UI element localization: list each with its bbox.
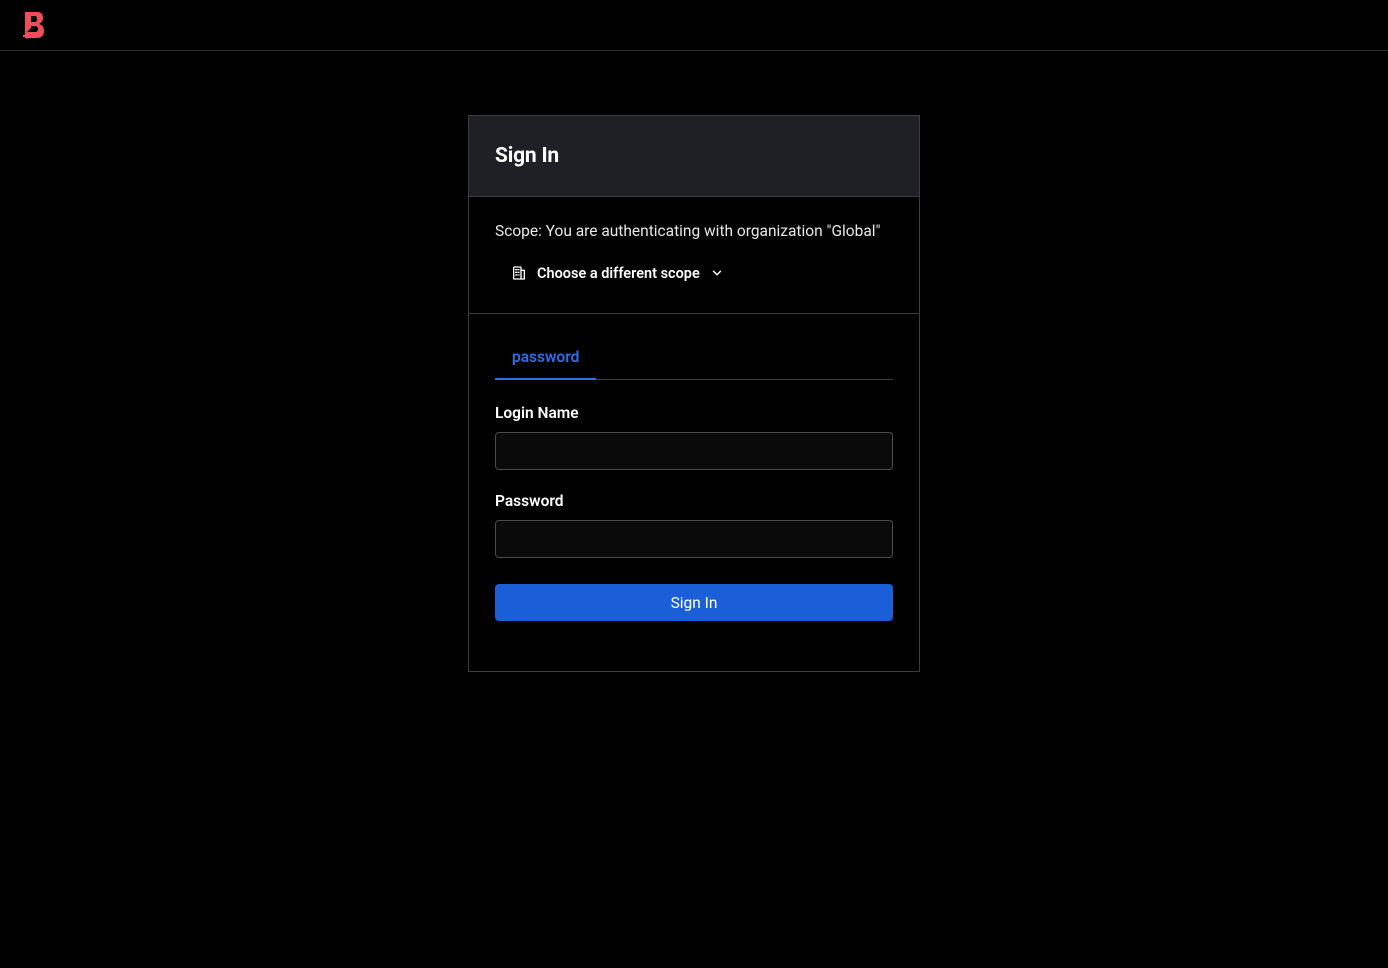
form-section: password Login Name Password Sign In [469, 314, 919, 671]
main-content: Sign In Scope: You are authenticating wi… [0, 51, 1388, 672]
tab-password[interactable]: password [495, 340, 596, 380]
card-title: Sign In [495, 144, 893, 168]
chevron-down-icon [710, 266, 724, 280]
brand-logo[interactable] [20, 11, 48, 39]
building-icon [511, 265, 527, 281]
password-group: Password [495, 492, 893, 558]
scope-section: Scope: You are authenticating with organ… [469, 197, 919, 314]
signin-button[interactable]: Sign In [495, 584, 893, 621]
scope-text: Scope: You are authenticating with organ… [495, 221, 893, 243]
password-label: Password [495, 492, 893, 510]
auth-tabs: password [495, 340, 893, 380]
top-bar [0, 0, 1388, 51]
choose-scope-button[interactable]: Choose a different scope [495, 263, 728, 284]
card-header: Sign In [469, 116, 919, 197]
signin-card: Sign In Scope: You are authenticating wi… [468, 115, 920, 672]
login-name-input[interactable] [495, 432, 893, 470]
login-name-label: Login Name [495, 404, 893, 422]
password-input[interactable] [495, 520, 893, 558]
login-name-group: Login Name [495, 404, 893, 470]
choose-scope-label: Choose a different scope [537, 265, 700, 282]
logo-b-icon [21, 10, 47, 40]
